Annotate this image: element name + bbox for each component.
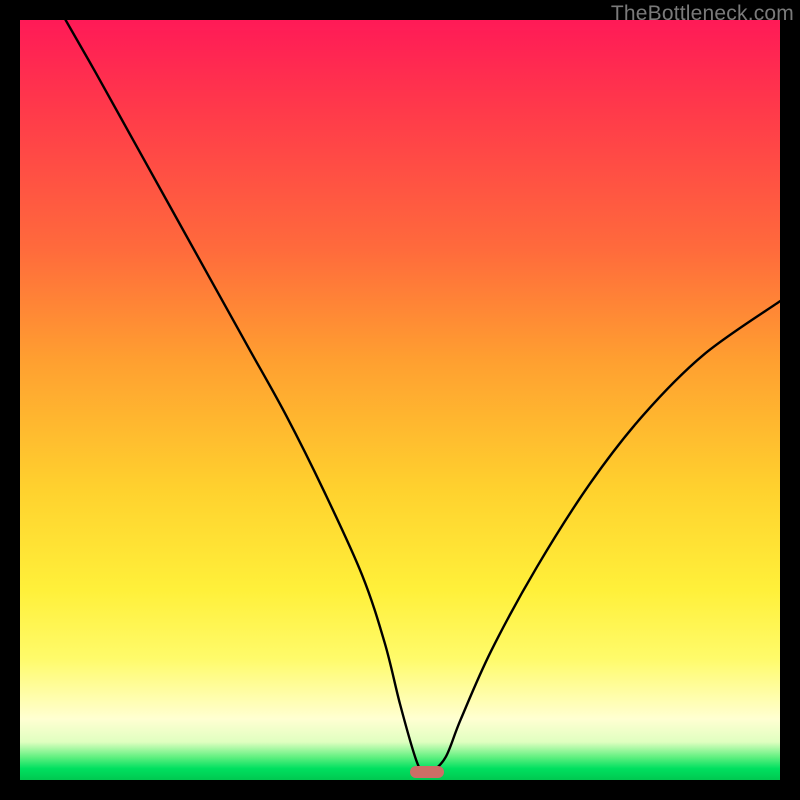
curve-layer	[20, 20, 780, 780]
bottleneck-curve	[66, 20, 780, 774]
plot-area	[20, 20, 780, 780]
optimal-marker	[410, 766, 444, 778]
chart-frame: TheBottleneck.com	[0, 0, 800, 800]
